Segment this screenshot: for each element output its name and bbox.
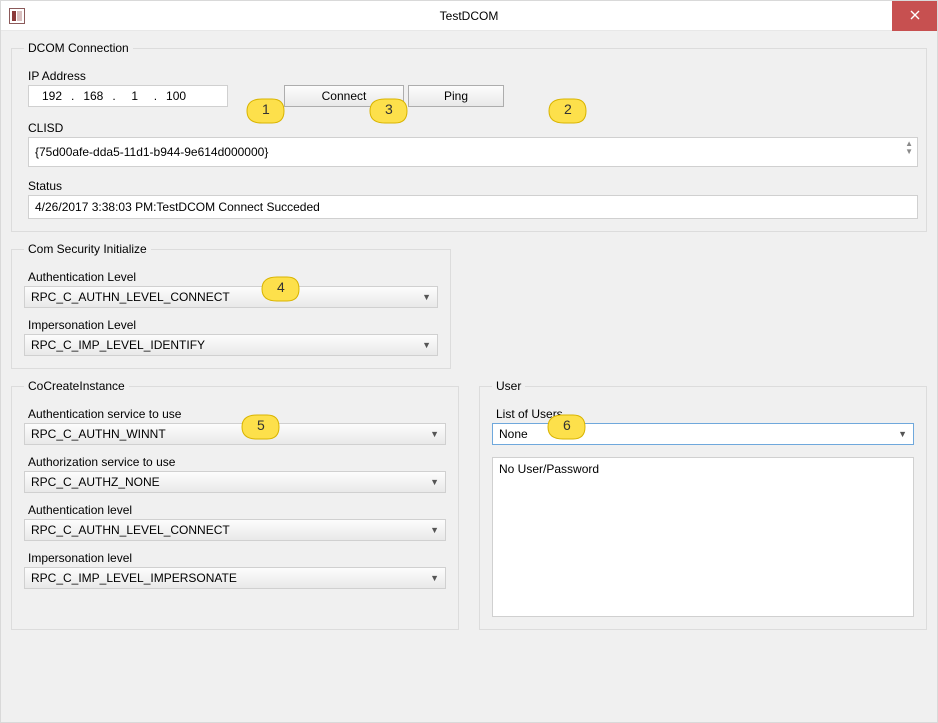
imp-level-value: RPC_C_IMP_LEVEL_IDENTIFY (31, 338, 205, 352)
cc-imp-level-value: RPC_C_IMP_LEVEL_IMPERSONATE (31, 571, 237, 585)
list-of-users-value: None (499, 427, 528, 441)
auth-service-combo[interactable]: RPC_C_AUTHN_WINNT ▼ (24, 423, 446, 445)
list-of-users-combo[interactable]: None ▼ (492, 423, 914, 445)
imp-level-combo[interactable]: RPC_C_IMP_LEVEL_IDENTIFY ▼ (24, 334, 438, 356)
cocreateinstance-legend: CoCreateInstance (24, 379, 129, 393)
content-area: DCOM Connection IP Address . . . Connect… (1, 31, 937, 722)
auth-level-value: RPC_C_AUTHN_LEVEL_CONNECT (31, 290, 230, 304)
close-button[interactable] (892, 1, 937, 31)
com-security-legend: Com Security Initialize (24, 242, 151, 256)
cocreateinstance-group: CoCreateInstance Authentication service … (11, 379, 459, 630)
authz-service-combo[interactable]: RPC_C_AUTHZ_NONE ▼ (24, 471, 446, 493)
user-legend: User (492, 379, 525, 393)
dcom-connection-group: DCOM Connection IP Address . . . Connect… (11, 41, 927, 232)
status-field: 4/26/2017 3:38:03 PM:TestDCOM Connect Su… (28, 195, 918, 219)
chevron-down-icon: ▼ (422, 340, 431, 350)
authz-service-value: RPC_C_AUTHZ_NONE (31, 475, 160, 489)
dcom-connection-legend: DCOM Connection (24, 41, 133, 55)
user-details-box: No User/Password (492, 457, 914, 617)
com-security-group: Com Security Initialize Authentication L… (11, 242, 451, 369)
ip-row: . . . Connect Ping (28, 85, 914, 107)
ip-octet-3[interactable] (118, 88, 152, 104)
ip-address-label: IP Address (28, 69, 914, 83)
list-of-users-label: List of Users (496, 407, 914, 421)
imp-level-label: Impersonation Level (28, 318, 438, 332)
cc-auth-level-value: RPC_C_AUTHN_LEVEL_CONNECT (31, 523, 230, 537)
spinner-icon[interactable]: ▲▼ (905, 140, 913, 156)
auth-level-label: Authentication Level (28, 270, 438, 284)
bottom-row: CoCreateInstance Authentication service … (11, 379, 927, 630)
clisd-label: CLISD (28, 121, 914, 135)
close-icon (910, 9, 920, 23)
app-icon (9, 8, 25, 24)
ping-button[interactable]: Ping (408, 85, 504, 107)
ip-octet-4[interactable] (159, 88, 193, 104)
clisd-value: {75d00afe-dda5-11d1-b944-9e614d000000} (35, 145, 268, 159)
cc-auth-level-combo[interactable]: RPC_C_AUTHN_LEVEL_CONNECT ▼ (24, 519, 446, 541)
auth-service-label: Authentication service to use (28, 407, 446, 421)
cc-imp-level-combo[interactable]: RPC_C_IMP_LEVEL_IMPERSONATE ▼ (24, 567, 446, 589)
connect-button[interactable]: Connect (284, 85, 404, 107)
ip-octet-2[interactable] (76, 88, 110, 104)
chevron-down-icon: ▼ (430, 525, 439, 535)
clisd-field[interactable]: {75d00afe-dda5-11d1-b944-9e614d000000} ▲… (28, 137, 918, 167)
titlebar: TestDCOM (1, 1, 937, 31)
user-details-text: No User/Password (499, 462, 599, 476)
ip-address-input[interactable]: . . . (28, 85, 228, 107)
user-group: User List of Users None ▼ No User/Passwo… (479, 379, 927, 630)
app-window: TestDCOM DCOM Connection IP Address . . … (0, 0, 938, 723)
chevron-down-icon: ▼ (430, 477, 439, 487)
chevron-down-icon: ▼ (430, 573, 439, 583)
window-title: TestDCOM (440, 9, 499, 23)
auth-service-value: RPC_C_AUTHN_WINNT (31, 427, 166, 441)
chevron-down-icon: ▼ (430, 429, 439, 439)
chevron-down-icon: ▼ (422, 292, 431, 302)
status-label: Status (28, 179, 914, 193)
chevron-down-icon: ▼ (898, 429, 907, 439)
status-value: 4/26/2017 3:38:03 PM:TestDCOM Connect Su… (35, 200, 320, 214)
cc-imp-level-label: Impersonation level (28, 551, 446, 565)
auth-level-combo[interactable]: RPC_C_AUTHN_LEVEL_CONNECT ▼ (24, 286, 438, 308)
authz-service-label: Authorization service to use (28, 455, 446, 469)
cc-auth-level-label: Authentication level (28, 503, 446, 517)
ip-octet-1[interactable] (35, 88, 69, 104)
